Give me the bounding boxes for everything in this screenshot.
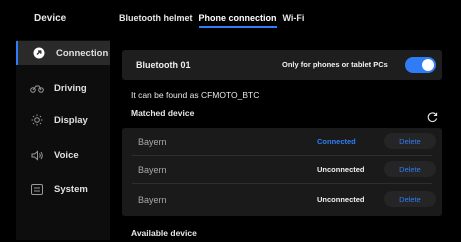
matched-device-heading: Matched device xyxy=(131,108,195,118)
system-icon xyxy=(30,182,44,196)
tab-wifi[interactable]: Wi-Fi xyxy=(283,13,305,28)
delete-button[interactable]: Delete xyxy=(384,161,436,177)
sidebar-item-label: Driving xyxy=(54,82,87,94)
page-title: Device xyxy=(34,13,67,24)
device-status: Unconnected xyxy=(317,195,365,204)
sidebar-item-driving[interactable]: Driving xyxy=(16,76,110,100)
delete-button[interactable]: Delete xyxy=(384,133,436,149)
speaker-icon xyxy=(30,148,44,162)
sidebar-item-system[interactable]: System xyxy=(16,177,110,201)
only-phones-label: Only for phones or tablet PCs xyxy=(282,60,388,69)
list-item[interactable]: Bayern Unconnected Delete xyxy=(122,186,442,214)
list-item[interactable]: Bayern Connected Delete xyxy=(122,128,442,156)
sidebar-item-label: Voice xyxy=(54,149,79,161)
device-name: Bayern xyxy=(138,195,167,205)
device-status: Unconnected xyxy=(317,165,365,174)
available-device-heading: Available device xyxy=(131,228,197,238)
bluetooth-row: Bluetooth 01 Only for phones or tablet P… xyxy=(122,50,442,80)
bluetooth-name: Bluetooth 01 xyxy=(136,60,191,70)
sidebar-item-voice[interactable]: Voice xyxy=(16,143,110,167)
brightness-icon xyxy=(30,113,44,127)
connection-icon xyxy=(32,46,46,60)
sidebar-item-connection[interactable]: Connection xyxy=(16,41,110,65)
divider xyxy=(132,183,432,184)
tab-bluetooth-helmet[interactable]: Bluetooth helmet xyxy=(119,13,193,28)
matched-device-list: Bayern Connected Delete Bayern Unconnect… xyxy=(122,128,442,216)
delete-button[interactable]: Delete xyxy=(384,191,436,207)
list-item[interactable]: Bayern Unconnected Delete xyxy=(122,156,442,184)
sidebar-item-label: Connection xyxy=(56,47,109,59)
device-name: Bayern xyxy=(138,137,167,147)
motorcycle-icon xyxy=(30,81,44,95)
toggle-knob xyxy=(422,59,434,71)
device-status: Connected xyxy=(317,137,356,146)
sidebar-item-label: Display xyxy=(54,114,88,126)
only-phones-toggle[interactable] xyxy=(405,57,436,73)
device-name: Bayern xyxy=(138,165,167,175)
sidebar-item-display[interactable]: Display xyxy=(16,108,110,132)
refresh-icon[interactable] xyxy=(427,110,438,123)
app-frame: Device Bluetooth helmet Phone connection… xyxy=(0,0,461,242)
sidebar: Connection Driving Display Voice System xyxy=(16,40,110,240)
sidebar-item-label: System xyxy=(54,183,88,195)
tab-bar: Bluetooth helmet Phone connection Wi-Fi xyxy=(119,13,304,28)
discoverable-name-text: It can be found as CFMOTO_BTC xyxy=(131,90,260,100)
tab-phone-connection[interactable]: Phone connection xyxy=(198,13,277,28)
